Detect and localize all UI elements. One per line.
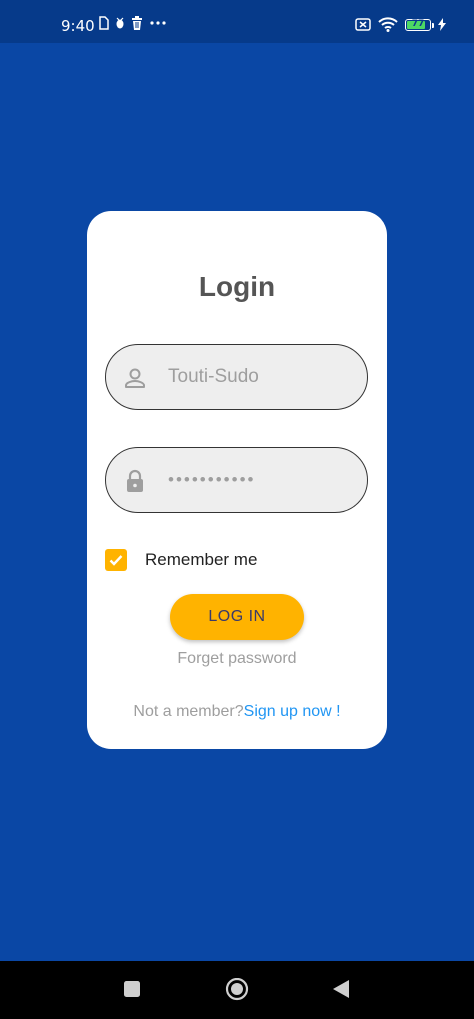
sim-icon (99, 16, 109, 30)
not-member-text: Not a member? (133, 703, 244, 720)
remember-me-row[interactable]: Remember me (105, 549, 257, 571)
remember-checkbox[interactable] (105, 549, 127, 571)
battery-icon: 77 (405, 18, 434, 31)
forget-password-link[interactable]: Forget password (87, 650, 387, 668)
person-icon (125, 368, 145, 388)
back-icon[interactable] (331, 978, 351, 1002)
home-icon[interactable] (224, 978, 250, 1002)
username-input[interactable] (168, 359, 348, 395)
battery-level: 77 (411, 18, 425, 29)
signup-row: Not a member?Sign up now ! (87, 703, 387, 721)
navigation-bar (0, 961, 474, 1019)
password-input[interactable] (168, 462, 348, 498)
no-sim-icon (355, 18, 371, 31)
lock-icon (127, 469, 143, 492)
battery-tip (432, 22, 434, 28)
wifi-icon (378, 17, 398, 32)
check-icon (109, 555, 123, 566)
recent-apps-icon[interactable] (123, 978, 141, 1002)
login-title: Login (198, 271, 276, 302)
login-card: Login Remember me LOG IN Forget password… (87, 211, 387, 749)
status-left-icons (98, 16, 167, 30)
password-field[interactable] (105, 447, 368, 513)
charging-icon (438, 18, 446, 31)
sign-up-link[interactable]: Sign up now ! (244, 703, 341, 720)
status-bar: 9:40 77 (0, 0, 474, 43)
status-right-icons: 77 (355, 17, 446, 32)
trash-icon (132, 16, 142, 30)
login-button[interactable]: LOG IN (170, 594, 304, 640)
status-time: 9:40 (61, 17, 95, 35)
username-field[interactable] (105, 344, 368, 410)
more-dots-icon (150, 21, 166, 25)
bug-icon (116, 17, 124, 29)
remember-label: Remember me (145, 550, 258, 569)
